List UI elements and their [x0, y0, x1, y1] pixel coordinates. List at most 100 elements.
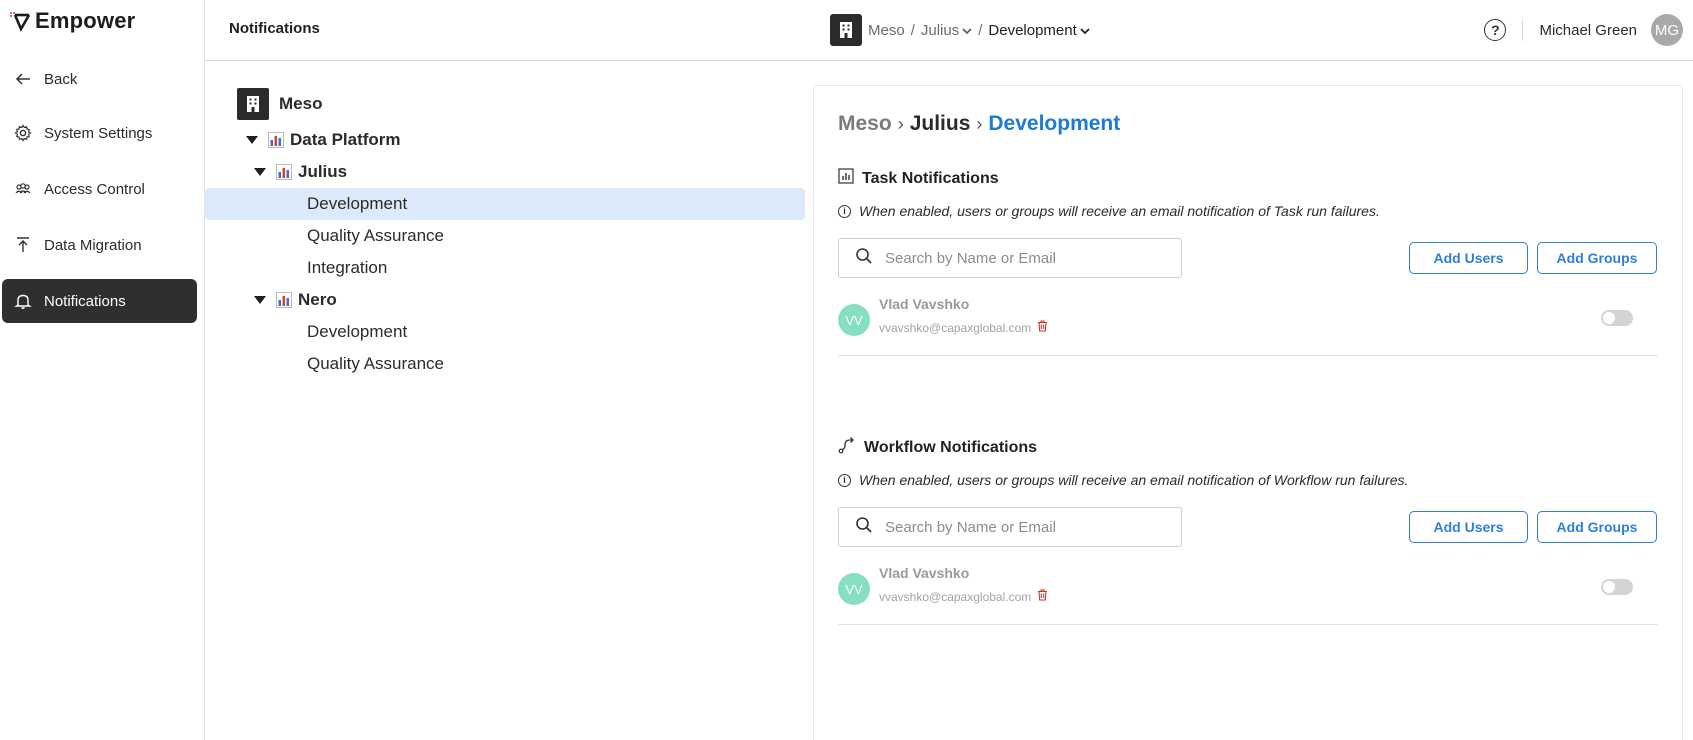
- search-input[interactable]: [885, 249, 1165, 267]
- people-icon: [14, 180, 32, 198]
- member-name: Vlad Vavshko: [879, 565, 970, 581]
- bar-chart-icon: [276, 164, 292, 180]
- section-title-text: Workflow Notifications: [864, 438, 1038, 456]
- tree-item-nero-quality-assurance[interactable]: Quality Assurance: [307, 348, 444, 380]
- sidebar-item-data-migration[interactable]: Data Migration: [2, 223, 197, 267]
- gear-icon: [14, 124, 32, 142]
- notifications-panel: Meso › Julius › Development Task Notific…: [813, 85, 1683, 740]
- tree-root-label: Meso: [279, 94, 323, 113]
- breadcrumb-env: Development: [988, 21, 1077, 39]
- chevron-down-icon: [1080, 22, 1090, 39]
- tree-item-label: Quality Assurance: [307, 226, 445, 245]
- search-icon: [855, 247, 873, 270]
- help-icon[interactable]: ?: [1484, 19, 1507, 41]
- tree-item-development-selected[interactable]: Development: [205, 188, 805, 220]
- workflow-info-text: i When enabled, users or groups will rec…: [838, 472, 1408, 488]
- tree-item-quality-assurance[interactable]: Quality Assurance: [307, 220, 444, 252]
- member-email: vvavshko@capaxglobal.com: [879, 320, 1032, 335]
- tree-item-integration[interactable]: Integration: [307, 252, 387, 284]
- sidebar-item-label: Data Migration: [44, 236, 142, 254]
- tree-root-meso[interactable]: Meso: [237, 88, 322, 120]
- chevron-down-icon: [962, 22, 972, 39]
- tree-item-data-platform[interactable]: Data Platform: [246, 124, 401, 156]
- trash-icon[interactable]: [1037, 320, 1048, 335]
- info-icon: i: [838, 204, 851, 218]
- breadcrumb-org[interactable]: Meso: [838, 112, 892, 136]
- add-groups-button[interactable]: Add Groups: [1537, 511, 1657, 543]
- workflow-search-field[interactable]: [838, 507, 1182, 547]
- bar-chart-icon: [276, 292, 292, 308]
- chevron-right-icon: ›: [976, 113, 983, 134]
- sidebar-item-label: Back: [44, 70, 78, 88]
- info-text: When enabled, users or groups will recei…: [859, 472, 1409, 488]
- sidebar-item-notifications[interactable]: Notifications: [2, 279, 197, 323]
- add-groups-button[interactable]: Add Groups: [1537, 242, 1657, 274]
- breadcrumb-org[interactable]: Meso: [868, 22, 905, 39]
- member-email-row: vvavshko@capaxglobal.com: [879, 320, 1048, 335]
- task-search-field[interactable]: [838, 238, 1182, 278]
- avatar[interactable]: MG: [1651, 14, 1683, 46]
- arrow-left-icon: [14, 70, 32, 88]
- sidebar-item-access-control[interactable]: Access Control: [2, 167, 197, 211]
- info-text: When enabled, users or groups will recei…: [859, 203, 1380, 219]
- notification-toggle[interactable]: [1601, 310, 1633, 326]
- building-icon: [830, 14, 862, 46]
- breadcrumb: Meso › Julius › Development: [838, 112, 1120, 136]
- empower-logo-icon: [9, 10, 31, 32]
- breadcrumb-separator: /: [910, 21, 915, 39]
- section-title-text: Task Notifications: [862, 169, 999, 187]
- add-users-button[interactable]: Add Users: [1409, 242, 1528, 274]
- tree-item-label: Quality Assurance: [307, 354, 445, 373]
- tree-item-label: Integration: [307, 258, 388, 277]
- sidebar: Empower Back System Settings Access Cont…: [0, 0, 205, 740]
- user-area: ? Michael Green MG: [1484, 14, 1683, 46]
- sidebar-item-label: System Settings: [44, 124, 153, 142]
- breadcrumb-env: Development: [988, 112, 1121, 135]
- caret-down-icon[interactable]: [254, 168, 266, 176]
- tree-item-label: Julius: [298, 162, 348, 181]
- member-email-row: vvavshko@capaxglobal.com: [879, 589, 1048, 604]
- app-name: Empower: [35, 8, 136, 33]
- caret-down-icon[interactable]: [254, 296, 266, 304]
- project-selector[interactable]: Julius: [921, 22, 972, 39]
- member-name: Vlad Vavshko: [879, 296, 970, 312]
- member-email: vvavshko@capaxglobal.com: [879, 589, 1032, 604]
- tree-item-julius[interactable]: Julius: [254, 156, 347, 188]
- info-icon: i: [838, 473, 851, 487]
- user-name[interactable]: Michael Green: [1539, 22, 1637, 39]
- bar-chart-outline-icon: [838, 168, 854, 189]
- top-bar: Notifications Meso / Julius / Developmen…: [205, 0, 1693, 61]
- toggle-knob: [1603, 312, 1615, 324]
- search-input[interactable]: [885, 518, 1165, 536]
- breadcrumb-separator: /: [978, 21, 983, 39]
- tree-item-nero[interactable]: Nero: [254, 284, 337, 316]
- page-title: Notifications: [229, 20, 320, 37]
- breadcrumb-project[interactable]: Julius: [910, 112, 971, 136]
- environment-selector[interactable]: Development: [988, 21, 1090, 39]
- task-notifications-title: Task Notifications: [838, 168, 999, 189]
- workflow-icon: [838, 436, 856, 459]
- task-info-text: i When enabled, users or groups will rec…: [838, 203, 1380, 219]
- sidebar-item-label: Notifications: [44, 292, 126, 310]
- toggle-knob: [1603, 581, 1615, 593]
- caret-down-icon[interactable]: [246, 136, 258, 144]
- bell-icon: [14, 292, 32, 310]
- avatar: VV: [838, 304, 870, 336]
- tree-item-nero-development[interactable]: Development: [307, 316, 407, 348]
- breadcrumb-project: Julius: [920, 21, 960, 39]
- notification-toggle[interactable]: [1601, 579, 1633, 595]
- add-users-button[interactable]: Add Users: [1409, 511, 1528, 543]
- sidebar-item-label: Access Control: [44, 180, 145, 198]
- sidebar-item-back[interactable]: Back: [2, 57, 197, 101]
- divider: [1522, 19, 1524, 41]
- tree-item-label: Nero: [298, 290, 337, 309]
- bar-chart-icon: [268, 132, 284, 148]
- avatar: VV: [838, 573, 870, 605]
- search-icon: [855, 516, 873, 539]
- context-breadcrumb: Meso / Julius / Development: [830, 14, 1090, 46]
- app-logo[interactable]: Empower: [9, 8, 135, 34]
- sidebar-item-system-settings[interactable]: System Settings: [2, 111, 197, 155]
- trash-icon[interactable]: [1037, 589, 1048, 604]
- list-item: VV Vlad Vavshko vvavshko@capaxglobal.com: [838, 555, 1658, 625]
- upload-icon: [14, 236, 32, 254]
